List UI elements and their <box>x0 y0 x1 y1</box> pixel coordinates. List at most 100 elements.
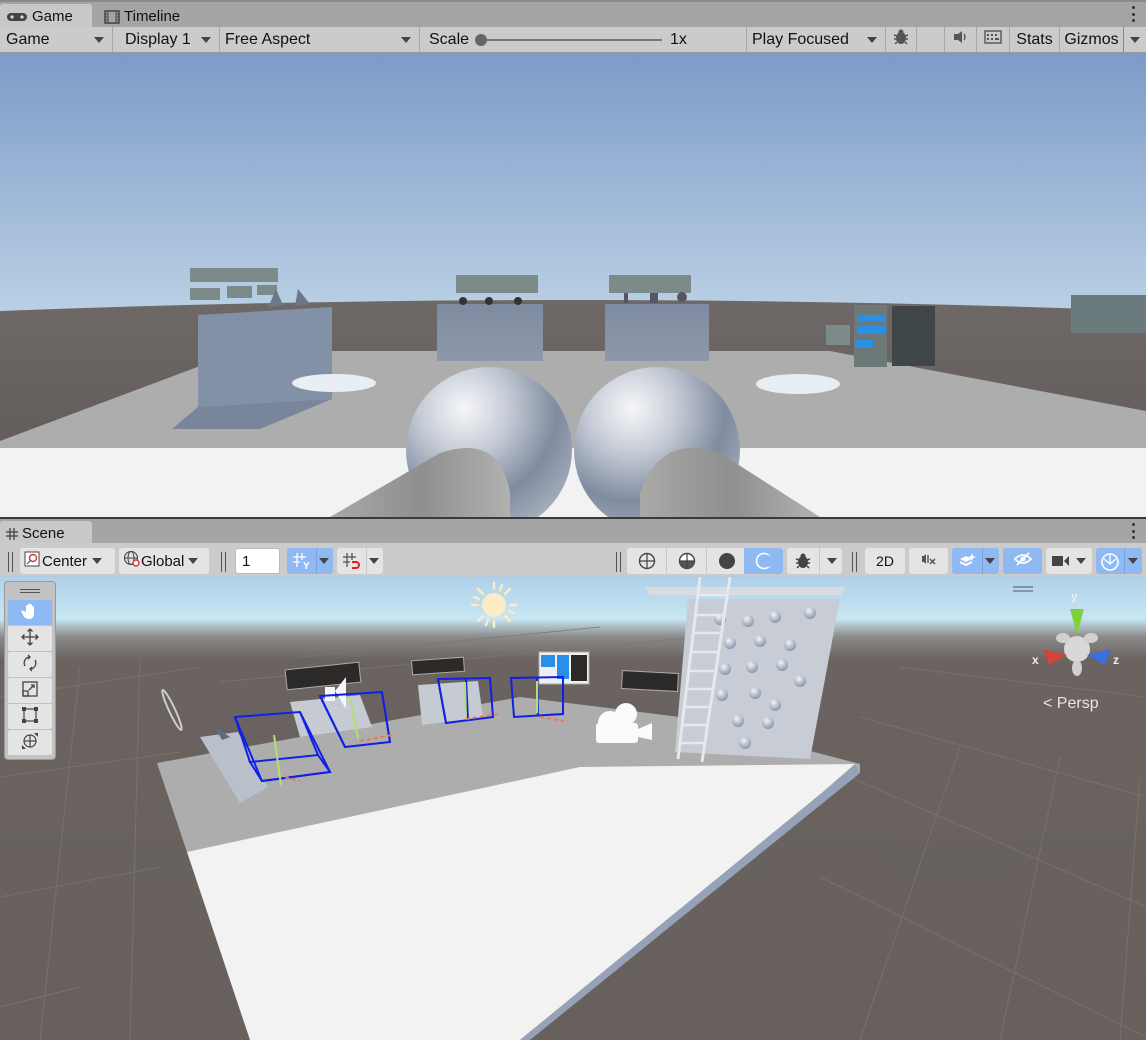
pivot-rotation-value: Global <box>141 552 185 570</box>
view-mode-dropdown[interactable]: Game <box>0 27 113 52</box>
svg-text:Y: Y <box>303 561 310 570</box>
effects-toggle[interactable] <box>952 548 999 574</box>
projection-toggle[interactable]: < Persp <box>1043 695 1099 713</box>
tab-label: Scene <box>22 525 65 542</box>
scene-viewport[interactable]: y x z <box>0 577 1146 1040</box>
video-camera-icon <box>1051 554 1071 572</box>
display-value: Display 1 <box>125 30 191 48</box>
hand-icon <box>21 602 39 624</box>
scene-visibility-toggle[interactable] <box>1003 548 1042 574</box>
scene-panel-tabbar: Scene <box>0 517 1146 546</box>
game-panel-tabbar: Game Timeline <box>0 0 1146 29</box>
chevron-down-icon[interactable] <box>827 558 837 564</box>
scale-control: Scale 1x <box>420 27 747 52</box>
play-mode-dropdown[interactable]: Play Focused <box>747 27 886 52</box>
tool-palette <box>4 581 56 760</box>
scale-slider-track[interactable] <box>480 39 662 41</box>
globe-icon <box>123 550 141 572</box>
grid-size-input[interactable]: 1 <box>235 548 280 574</box>
grid-size-value: 1 <box>242 552 251 570</box>
shaded-wireframe-icon[interactable] <box>667 548 706 574</box>
2d-toggle[interactable]: 2D <box>865 548 905 574</box>
eye-slash-icon <box>1013 551 1033 571</box>
empty-slot <box>917 27 945 52</box>
toolbar-grip[interactable] <box>8 552 13 572</box>
palette-grip[interactable] <box>8 582 52 600</box>
play-mode-value: Play Focused <box>752 30 849 48</box>
tab-label: Game <box>32 8 73 25</box>
tab-timeline[interactable]: Timeline <box>98 4 188 29</box>
aspect-dropdown[interactable]: Free Aspect <box>220 27 420 52</box>
pivot-center-icon <box>24 551 40 571</box>
gizmos-dropdown[interactable] <box>1124 27 1146 52</box>
camera-settings-dropdown[interactable] <box>1046 548 1092 574</box>
mute-audio-toggle[interactable] <box>945 27 977 52</box>
scale-tool[interactable] <box>8 678 52 703</box>
move-tool[interactable] <box>8 626 52 651</box>
stats-button[interactable]: Stats <box>1010 27 1060 52</box>
wireframe-icon[interactable] <box>627 548 666 574</box>
hand-tool[interactable] <box>8 600 52 625</box>
grid-hash-icon <box>6 527 18 540</box>
shortcuts-toggle[interactable] <box>977 27 1010 52</box>
scene-toolbar: Center Global 1 Y 2D <box>0 543 1146 577</box>
grid-snap-toggle[interactable] <box>337 548 383 574</box>
gizmos-button[interactable]: Gizmos <box>1060 27 1124 52</box>
chevron-down-icon <box>1130 36 1140 43</box>
keyboard-icon <box>984 30 1002 49</box>
pivot-rotation-dropdown[interactable]: Global <box>119 548 209 574</box>
chevron-down-icon[interactable] <box>319 558 329 564</box>
audio-muted-icon <box>921 552 937 570</box>
stats-label: Stats <box>1016 30 1053 48</box>
panel-menu-icon[interactable] <box>1132 6 1136 22</box>
axis-z-label[interactable]: z <box>1113 653 1119 667</box>
scale-slider-thumb[interactable] <box>475 34 487 46</box>
chevron-down-icon <box>94 36 104 43</box>
chevron-down-icon <box>92 558 103 564</box>
debug-toggle[interactable] <box>886 27 917 52</box>
unlit-icon[interactable] <box>744 548 783 574</box>
game-toolbar: Game Display 1 Free Aspect Scale 1x Play… <box>0 27 1146 53</box>
snap-magnet-icon <box>342 552 362 574</box>
rect-tool[interactable] <box>8 704 52 729</box>
chevron-down-icon <box>188 558 199 564</box>
toolbar-grip[interactable] <box>616 552 621 572</box>
scale-label: Scale <box>429 30 470 48</box>
axis-x-label[interactable]: x <box>1032 653 1039 667</box>
grid-visibility-toggle[interactable]: Y <box>287 548 333 574</box>
toolbar-grip[interactable] <box>852 552 857 572</box>
bug-icon <box>892 28 910 51</box>
pivot-mode-value: Center <box>42 552 88 570</box>
audio-icon <box>953 30 969 49</box>
scene-debug-toggle[interactable] <box>787 548 842 574</box>
move-arrows-icon <box>21 627 39 650</box>
chevron-down-icon <box>201 36 211 43</box>
rect-transform-icon <box>21 706 39 728</box>
gamepad-icon <box>6 11 28 23</box>
view-mode-value: Game <box>6 30 50 48</box>
chevron-down-icon[interactable] <box>369 558 379 564</box>
bug-icon <box>794 552 812 574</box>
transform-tool[interactable] <box>8 730 52 755</box>
tab-game[interactable]: Game <box>0 4 92 29</box>
chevron-down-icon[interactable] <box>1128 558 1138 564</box>
2d-label: 2D <box>876 553 894 569</box>
chevron-down-icon[interactable] <box>985 558 995 564</box>
rotate-tool[interactable] <box>8 652 52 677</box>
shaded-icon[interactable] <box>707 548 746 574</box>
rotate-icon <box>21 654 39 676</box>
gizmos-toggle[interactable] <box>1096 548 1142 574</box>
panel-menu-icon[interactable] <box>1132 523 1136 539</box>
axis-y-label[interactable]: y <box>1071 589 1078 603</box>
scale-icon <box>21 680 39 702</box>
gizmos-label: Gizmos <box>1064 30 1119 48</box>
pivot-mode-dropdown[interactable]: Center <box>20 548 115 574</box>
audio-mute-toggle[interactable] <box>909 548 948 574</box>
scale-value: 1x <box>670 30 687 48</box>
game-viewport[interactable] <box>0 53 1146 517</box>
toolbar-grip[interactable] <box>221 552 226 572</box>
display-dropdown[interactable]: Display 1 <box>113 27 220 52</box>
film-strip-icon <box>104 9 120 24</box>
tab-label: Timeline <box>124 8 181 25</box>
layers-sparkle-icon <box>958 552 976 574</box>
